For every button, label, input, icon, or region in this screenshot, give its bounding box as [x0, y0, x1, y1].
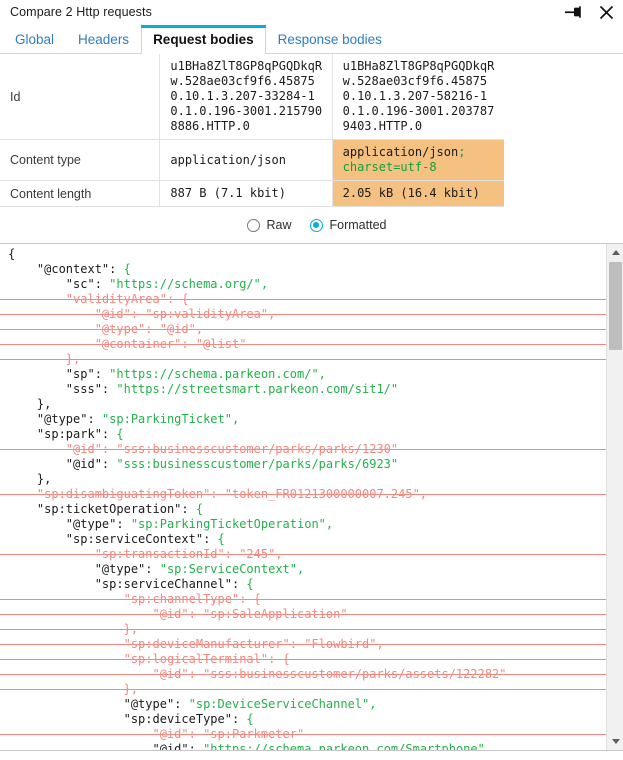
code-line: "@id": "sss:businesscustomer/parks/parks…	[0, 442, 606, 457]
radio-dot-icon	[309, 218, 323, 232]
row-spacer	[504, 180, 623, 207]
code-line: "sp:park": {	[36, 427, 124, 441]
code-line: "sp:deviceType": {	[123, 712, 254, 726]
comparison-summary-table: Id u1BHa8ZlT8GP8qPGQDkqRw.528ae03cf9f6.4…	[0, 54, 623, 207]
tab-request-bodies[interactable]: Request bodies	[141, 24, 266, 54]
code-line: },	[0, 352, 606, 367]
row-label-content-type: Content type	[0, 139, 160, 181]
scroll-up-arrow-icon[interactable]	[607, 244, 623, 261]
scroll-down-arrow-icon[interactable]	[607, 733, 623, 750]
content-type-charset: charset=utf-8	[342, 160, 437, 174]
code-line: "sp:serviceContext": {	[65, 532, 225, 546]
code-line: "sc": "https://schema.org/",	[65, 277, 269, 291]
code-line: },	[36, 397, 52, 411]
code-line: {	[8, 247, 16, 261]
table-row: Id u1BHa8ZlT8GP8qPGQDkqRw.528ae03cf9f6.4…	[0, 54, 623, 140]
code-line: "@id": "https://schema.parkeon.com/Smart…	[152, 742, 485, 751]
radio-raw[interactable]: Raw	[246, 218, 292, 232]
code-line: "sp": "https://schema.parkeon.com/",	[65, 367, 326, 381]
diff-code-lines: { "@context": { "sc": "https://schema.or…	[0, 247, 606, 751]
code-line: "@type": "sp:ParkingTicket",	[36, 412, 240, 426]
code-line: "@id": "sp:validityArea",	[0, 307, 606, 322]
content-type-mime: application/json	[342, 145, 459, 159]
row-spacer	[504, 139, 623, 181]
code-line: "@id": "sss:businesscustomer/parks/asset…	[0, 667, 606, 682]
code-line: "@id": "sp:Parkmeter"	[0, 727, 606, 742]
code-line: "@type": "sp:DeviceServiceChannel",	[123, 697, 377, 711]
code-line: "@id": "sss:businesscustomer/parks/parks…	[65, 457, 399, 471]
row-label-content-length: Content length	[0, 180, 160, 207]
tab-headers[interactable]: Headers	[66, 24, 141, 53]
radio-formatted[interactable]: Formatted	[309, 218, 387, 232]
radio-dot-icon	[246, 218, 260, 232]
code-line: "sp:disambiguatingToken": "token_FR01213…	[0, 487, 606, 502]
row-spacer	[504, 54, 623, 140]
row-value-content-length-right: 2.05 kB (16.4 kbit)	[331, 180, 505, 207]
window-actions	[562, 0, 617, 24]
code-line: "@type": "sp:ServiceContext",	[94, 562, 305, 576]
pin-icon[interactable]	[562, 1, 584, 23]
code-line: "@context": {	[36, 262, 131, 276]
code-line: "@id": "sp:SaleApplication"	[0, 607, 606, 622]
code-line: "validityArea": {	[0, 292, 606, 307]
code-line: "sp:serviceChannel": {	[94, 577, 254, 591]
view-mode-radio-group: Raw Formatted	[0, 207, 623, 243]
tab-bar: Global Headers Request bodies Response b…	[0, 24, 623, 54]
radio-formatted-label: Formatted	[329, 218, 387, 232]
code-line: },	[36, 472, 52, 486]
content-type-semicolon: ;	[458, 145, 466, 159]
radio-raw-label: Raw	[266, 218, 292, 232]
row-value-id-right: u1BHa8ZlT8GP8qPGQDkqRw.528ae03cf9f6.4587…	[331, 54, 505, 140]
tab-global[interactable]: Global	[3, 24, 66, 53]
tab-response-bodies[interactable]: Response bodies	[266, 24, 394, 53]
code-line: },	[0, 622, 606, 637]
window-title: Compare 2 Http requests	[10, 5, 152, 19]
window-titlebar: Compare 2 Http requests	[0, 0, 623, 24]
scrollbar-thumb[interactable]	[609, 262, 622, 350]
table-row: Content type application/json applicatio…	[0, 139, 623, 181]
code-line: "sp:logicalTerminal": {	[0, 652, 606, 667]
row-value-content-type-right: application/json; charset=utf-8	[331, 139, 505, 181]
vertical-scrollbar[interactable]	[606, 244, 623, 750]
code-line: "sp:ticketOperation": {	[36, 502, 204, 516]
row-value-id-left: u1BHa8ZlT8GP8qPGQDkqRw.528ae03cf9f6.4587…	[159, 54, 333, 140]
row-label-id: Id	[0, 54, 160, 140]
code-line: "sp:deviceManufacturer": "Flowbird",	[0, 637, 606, 652]
code-line: },	[0, 682, 606, 697]
close-icon[interactable]	[595, 1, 617, 23]
row-value-content-length-left: 887 B (7.1 kbit)	[159, 180, 333, 207]
code-line: "sp:transactionId": "245",	[0, 547, 606, 562]
code-line: "@type": "@id",	[0, 322, 606, 337]
code-line: "sss": "https://streetsmart.parkeon.com/…	[65, 382, 399, 396]
code-line: "sp:channelType": {	[0, 592, 606, 607]
table-row: Content length 887 B (7.1 kbit) 2.05 kB …	[0, 180, 623, 207]
row-value-content-type-left: application/json	[159, 139, 333, 181]
code-line: "@container": "@list"	[0, 337, 606, 352]
code-line: "@type": "sp:ParkingTicketOperation",	[65, 517, 334, 531]
diff-code-viewer[interactable]: { "@context": { "sc": "https://schema.or…	[0, 243, 623, 751]
